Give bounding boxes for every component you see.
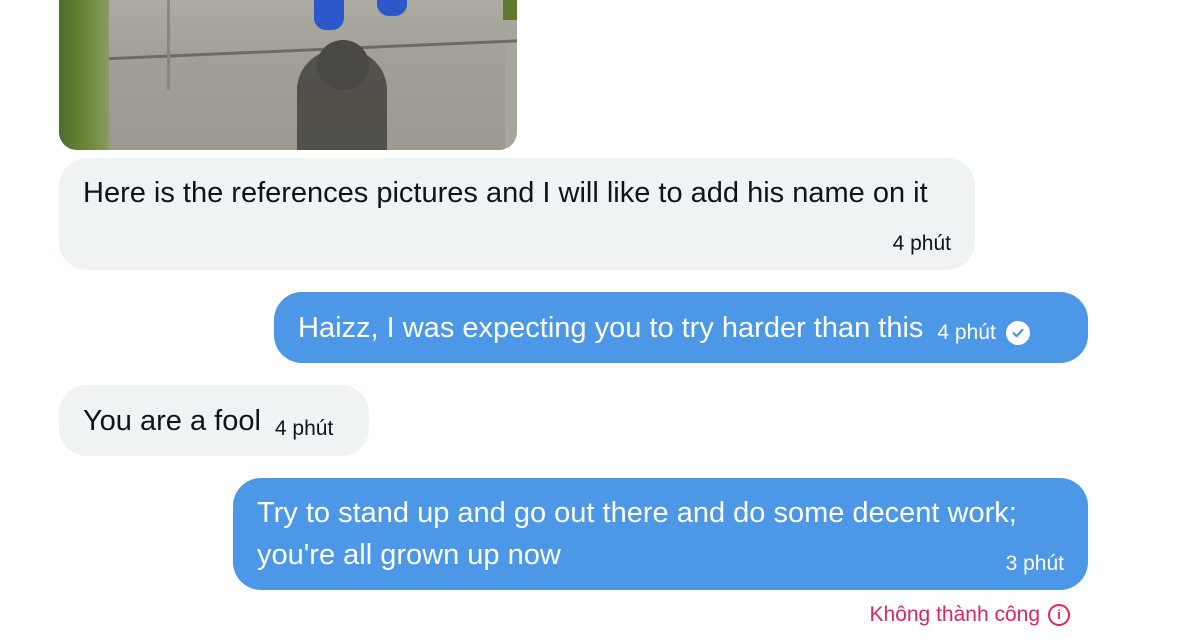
- message-text: Try to stand up and go out there and do …: [257, 497, 1017, 571]
- message-time: 4 phút: [892, 232, 951, 255]
- message-time: 3 phút: [1005, 552, 1064, 575]
- conversation-thread: Here is the references pictures and I wi…: [0, 0, 1200, 639]
- message-bubble-incoming[interactable]: Here is the references pictures and I wi…: [59, 158, 975, 270]
- check-circle-icon: [1005, 320, 1030, 345]
- send-failed-label: Không thành công: [869, 603, 1040, 626]
- info-icon[interactable]: i: [1048, 604, 1070, 626]
- message-bubble-outgoing[interactable]: Haizz, I was expecting you to try harder…: [274, 292, 1088, 363]
- message-bubble-incoming[interactable]: You are a fool 4 phút: [59, 385, 369, 456]
- message-time: 4 phút: [274, 416, 334, 440]
- message-bubble-outgoing[interactable]: Try to stand up and go out there and do …: [233, 478, 1088, 590]
- message-text: Haizz, I was expecting you to try harder…: [298, 311, 924, 344]
- message-text: You are a fool: [83, 404, 261, 437]
- send-failed-status[interactable]: Không thành công i: [870, 601, 1070, 629]
- message-text: Here is the references pictures and I wi…: [83, 177, 928, 209]
- shared-image[interactable]: [59, 0, 517, 150]
- message-time: 4 phút: [937, 320, 996, 344]
